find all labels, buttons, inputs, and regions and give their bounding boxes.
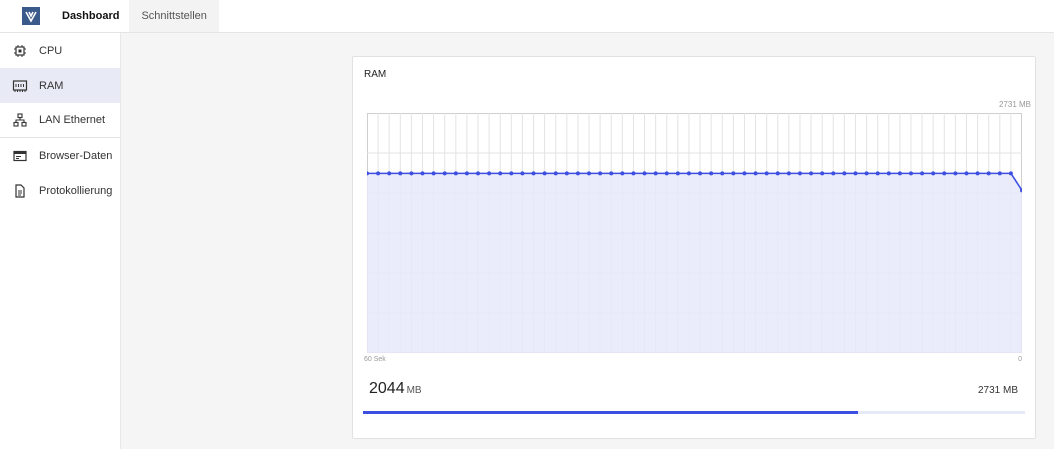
chart-data-point bbox=[587, 171, 592, 176]
chart-data-point bbox=[542, 171, 547, 176]
chart-data-point bbox=[842, 171, 847, 176]
chart-data-point bbox=[686, 171, 691, 176]
logo-icon bbox=[22, 7, 40, 25]
chart-data-point bbox=[575, 171, 580, 176]
chart-data-point bbox=[742, 171, 747, 176]
chart-data-point bbox=[420, 171, 425, 176]
chart-data-point bbox=[764, 171, 769, 176]
sidebar-item-label: CPU bbox=[39, 44, 63, 57]
chart-data-point bbox=[931, 171, 936, 176]
sidebar-item-label: Browser-Daten bbox=[39, 149, 113, 162]
used-memory-unit: MB bbox=[406, 385, 422, 396]
sidebar-item-label: RAM bbox=[39, 79, 64, 92]
sidebar-item-lan-ethernet[interactable]: LAN Ethernet bbox=[0, 103, 120, 138]
chart-data-point bbox=[531, 171, 536, 176]
sidebar-item-label: LAN Ethernet bbox=[39, 114, 106, 126]
chart-data-point bbox=[908, 171, 913, 176]
main-content: RAM 2731 MB 60 Sek 0 2044 MB 2731 MB bbox=[121, 33, 1054, 449]
chart-data-point bbox=[886, 171, 891, 176]
chart-data-point bbox=[942, 171, 947, 176]
chart-data-point bbox=[997, 171, 1002, 176]
card-title: RAM bbox=[364, 69, 387, 80]
chart-data-point bbox=[631, 171, 636, 176]
chart-data-point bbox=[675, 171, 680, 176]
sidebar-item-ram[interactable]: RAM bbox=[0, 68, 120, 103]
chart-data-point bbox=[487, 171, 492, 176]
total-memory: 2731 MB bbox=[977, 385, 1018, 396]
chart-data-point bbox=[775, 171, 780, 176]
chart-data-point bbox=[709, 171, 714, 176]
chart-data-point bbox=[442, 171, 447, 176]
usage-bar bbox=[363, 411, 1025, 414]
chart-data-point bbox=[864, 171, 869, 176]
top-bar: Dashboard Schnittstellen bbox=[0, 0, 1054, 33]
sidebar-item-browser-daten[interactable]: Browser-Daten bbox=[0, 138, 120, 173]
chart-area-fill bbox=[367, 173, 1022, 353]
cpu-icon bbox=[12, 43, 28, 59]
chart-data-point bbox=[809, 171, 814, 176]
chart-data-point bbox=[553, 171, 558, 176]
chart-data-point bbox=[897, 171, 902, 176]
chart-x-end-label: 0 bbox=[1018, 356, 1022, 363]
chart-data-point bbox=[698, 171, 703, 176]
chart-data-point bbox=[664, 171, 669, 176]
chart-data-point bbox=[498, 171, 503, 176]
chart-data-point bbox=[920, 171, 925, 176]
chart-data-point bbox=[1008, 171, 1013, 176]
chart-data-point bbox=[642, 171, 647, 176]
sidebar-item-cpu[interactable]: CPU bbox=[0, 33, 120, 68]
usage-bar-fill bbox=[363, 411, 859, 414]
chart-data-point bbox=[831, 171, 836, 176]
chart-data-point bbox=[720, 171, 725, 176]
sidebar-item-protokollierung[interactable]: Protokollierung bbox=[0, 173, 120, 208]
chart-data-point bbox=[975, 171, 980, 176]
chart-data-point bbox=[387, 171, 392, 176]
sidebar-item-label: Protokollierung bbox=[39, 184, 113, 197]
chart-data-point bbox=[453, 171, 458, 176]
chart-data-point bbox=[786, 171, 791, 176]
chart-data-point bbox=[398, 171, 403, 176]
chart-data-point bbox=[464, 171, 469, 176]
chart-data-point bbox=[564, 171, 569, 176]
used-memory-value: 2044 bbox=[369, 380, 405, 397]
ram-chart bbox=[367, 113, 1022, 353]
chart-data-point bbox=[875, 171, 880, 176]
chart-data-point bbox=[598, 171, 603, 176]
chart-data-point bbox=[520, 171, 525, 176]
chart-data-point bbox=[476, 171, 481, 176]
document-icon bbox=[12, 183, 28, 199]
chart-data-point bbox=[376, 171, 381, 176]
used-memory: 2044 MB bbox=[369, 380, 422, 398]
chart-data-point bbox=[986, 171, 991, 176]
chart-data-point bbox=[853, 171, 858, 176]
chart-data-point bbox=[953, 171, 958, 176]
chart-data-point bbox=[431, 171, 436, 176]
chart-max-label: 2731 MB bbox=[998, 100, 1031, 109]
chart-data-point bbox=[653, 171, 658, 176]
chart-data-point bbox=[609, 171, 614, 176]
ram-card: RAM 2731 MB 60 Sek 0 2044 MB 2731 MB bbox=[352, 56, 1036, 439]
chart-data-point bbox=[620, 171, 625, 176]
chart-data-point bbox=[409, 171, 414, 176]
network-icon bbox=[12, 112, 28, 128]
chart-x-start-label: 60 Sek bbox=[364, 356, 386, 363]
sidebar: CPU RAM LAN Ethernet Browser-Daten Proto… bbox=[0, 33, 121, 449]
chart-data-point bbox=[731, 171, 736, 176]
chart-data-point bbox=[509, 171, 514, 176]
app-logo[interactable] bbox=[0, 0, 62, 32]
browser-icon bbox=[12, 148, 28, 164]
chart-data-point bbox=[753, 171, 758, 176]
chart-data-point bbox=[820, 171, 825, 176]
tab-schnittstellen[interactable]: Schnittstellen bbox=[129, 0, 219, 32]
chart-data-point bbox=[964, 171, 969, 176]
chart-data-point bbox=[797, 171, 802, 176]
tab-dashboard[interactable]: Dashboard bbox=[62, 0, 129, 32]
memory-icon bbox=[12, 78, 28, 94]
